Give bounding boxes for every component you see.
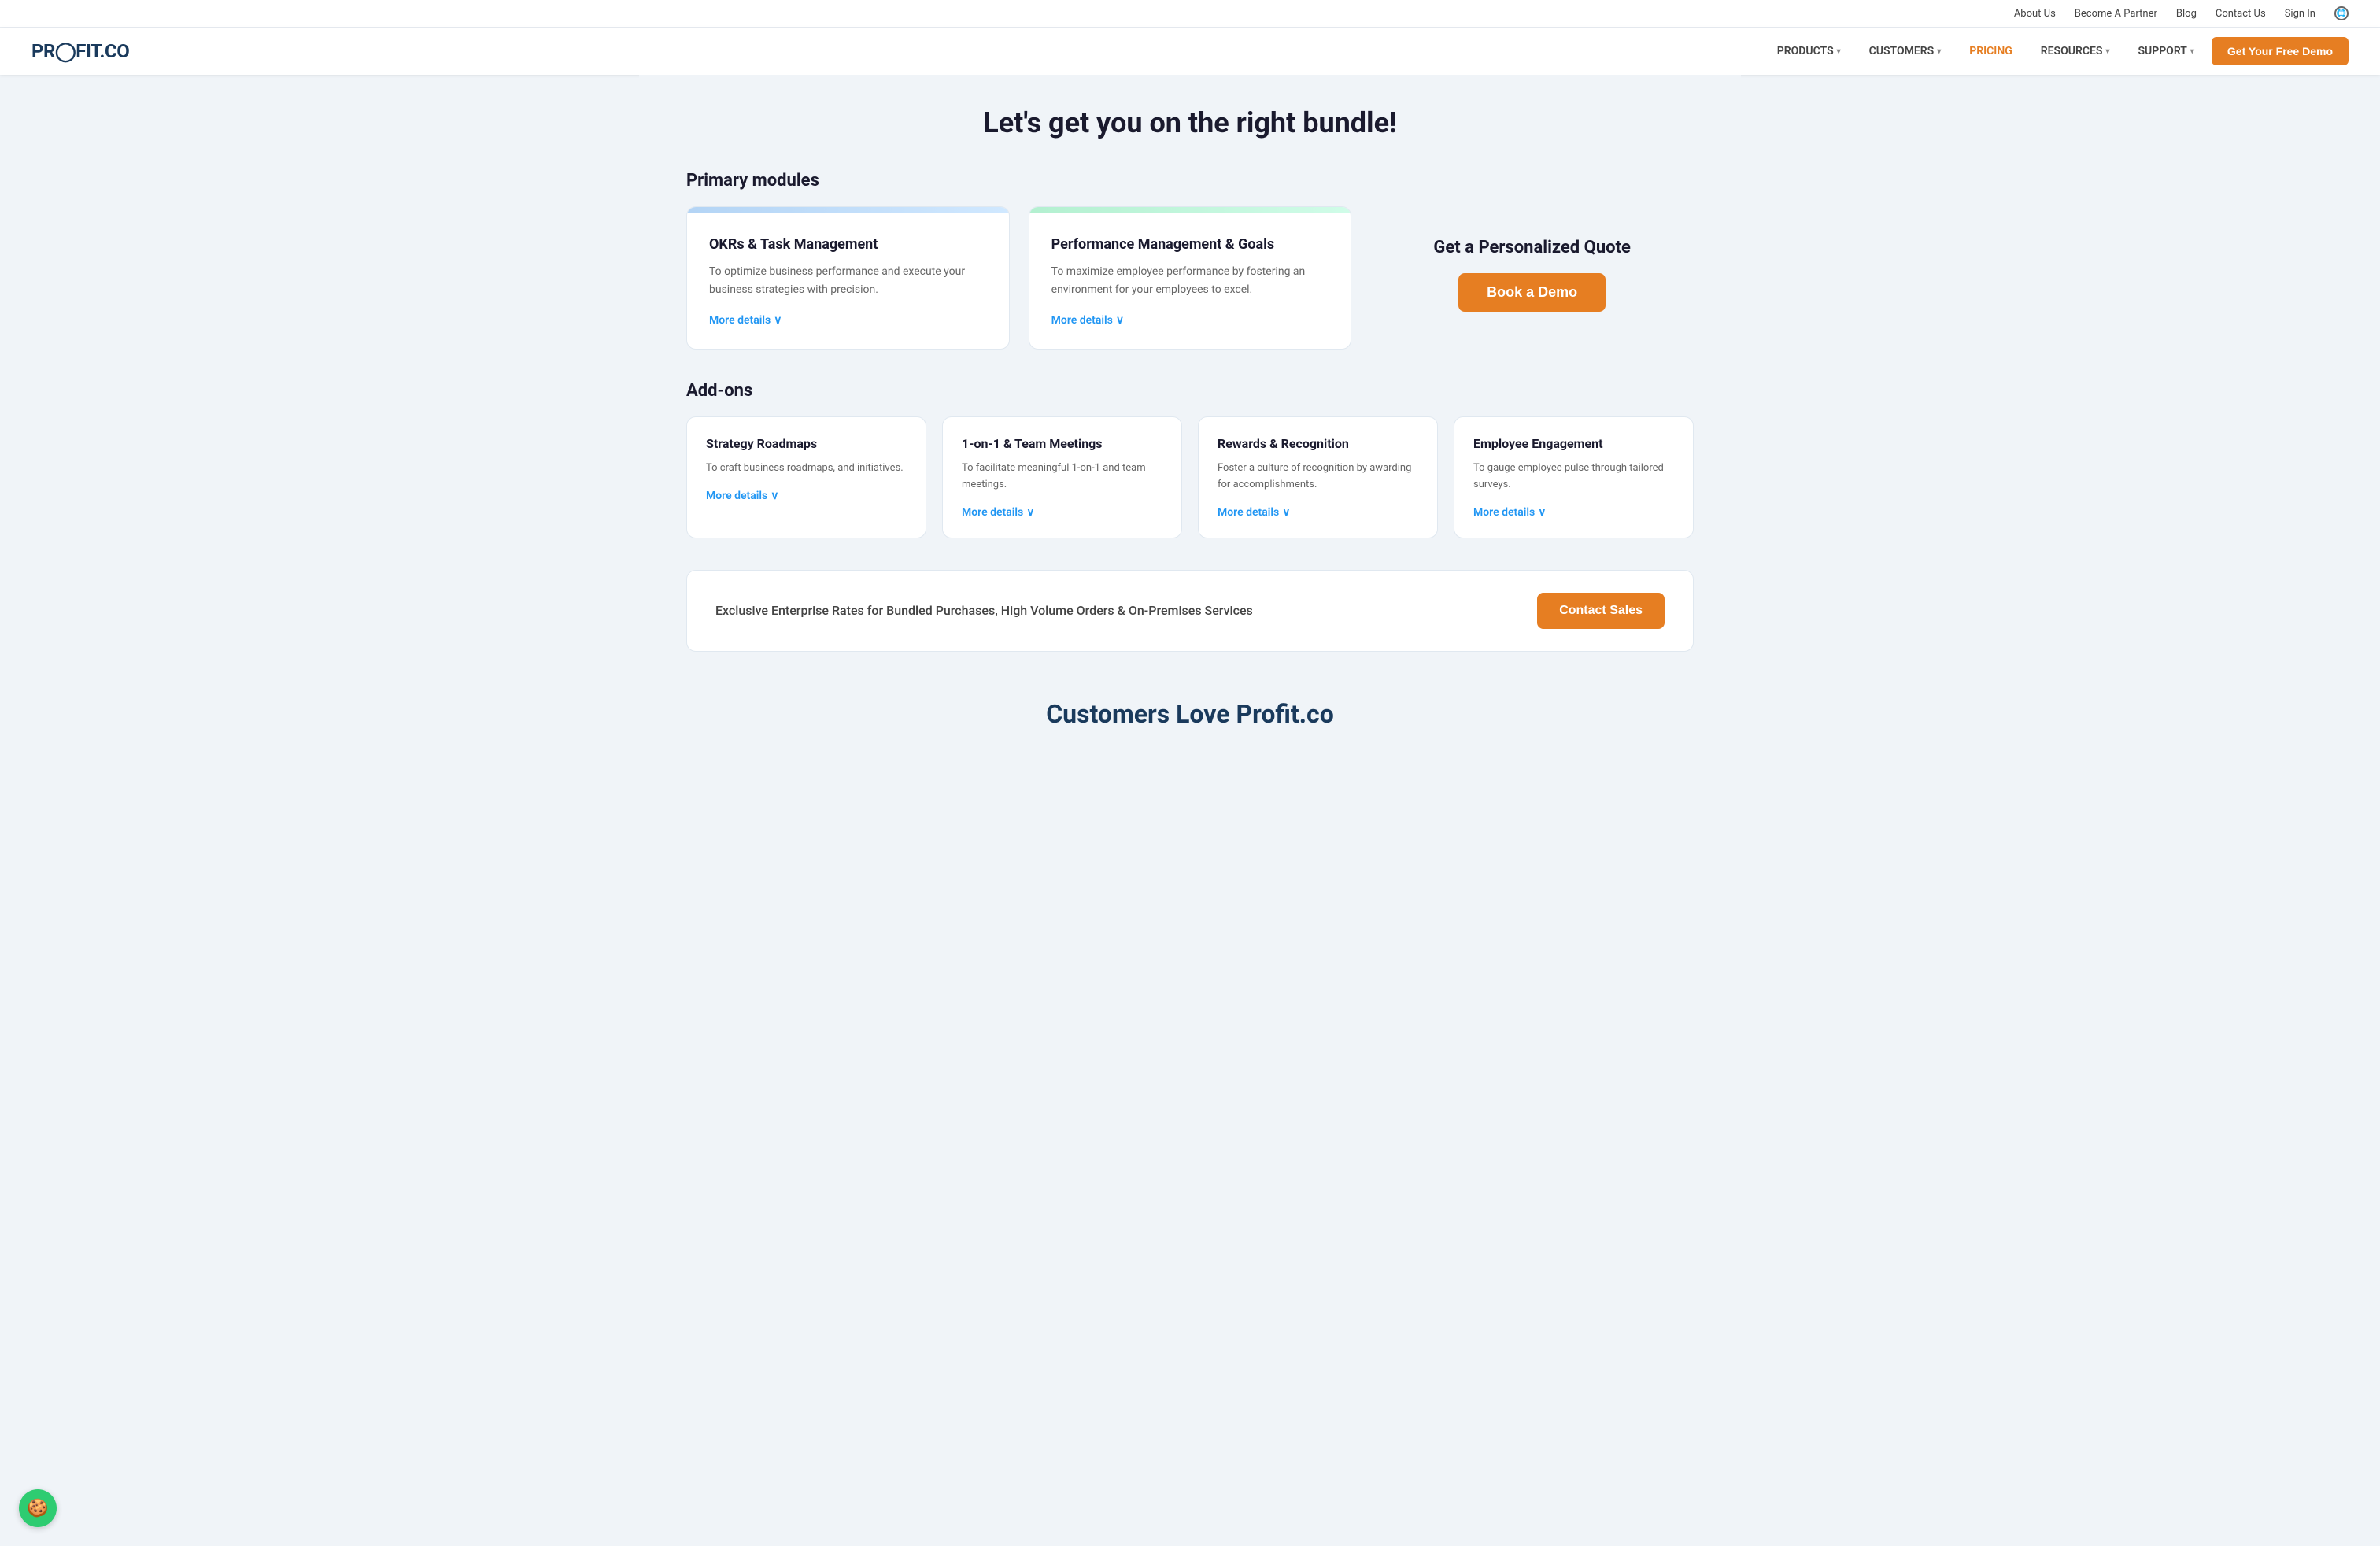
cookie-icon: 🍪	[27, 1499, 48, 1518]
primary-modules-grid: OKRs & Task Management To optimize busin…	[686, 206, 1694, 350]
main-nav: PR◯FIT.CO PRODUCTS ▾ CUSTOMERS ▾ PRICING…	[0, 28, 2380, 75]
meetings-card-title: 1-on-1 & Team Meetings	[962, 436, 1162, 451]
addons-grid: Strategy Roadmaps To craft business road…	[686, 416, 1694, 538]
enterprise-banner-text: Exclusive Enterprise Rates for Bundled P…	[715, 603, 1253, 618]
rewards-card: Rewards & Recognition Foster a culture o…	[1198, 416, 1438, 538]
resources-chevron-icon: ▾	[2105, 47, 2109, 56]
blog-link[interactable]: Blog	[2176, 8, 2197, 20]
logo-text: PR◯FIT.CO	[31, 40, 129, 62]
performance-card-title: Performance Management & Goals	[1051, 235, 1329, 253]
engagement-card-title: Employee Engagement	[1473, 436, 1674, 451]
addons-title: Add-ons	[686, 381, 1694, 401]
page-content: Let's get you on the right bundle! Prima…	[639, 75, 1741, 792]
okr-card-title: OKRs & Task Management	[709, 235, 987, 253]
customers-section: Customers Love Profit.co	[686, 683, 1694, 745]
primary-modules-title: Primary modules	[686, 171, 1694, 190]
meetings-chevron-icon: ∨	[1026, 506, 1034, 519]
top-bar: About Us Become A Partner Blog Contact U…	[0, 0, 2380, 28]
strategy-more-details-link[interactable]: More details ∨	[706, 490, 907, 502]
meetings-more-details-link[interactable]: More details ∨	[962, 506, 1162, 519]
performance-more-details-link[interactable]: More details ∨	[1051, 314, 1329, 327]
nav-links: PRODUCTS ▾ CUSTOMERS ▾ PRICING RESOURCES…	[1766, 37, 2349, 65]
contact-sales-button[interactable]: Contact Sales	[1537, 593, 1665, 629]
strategy-chevron-icon: ∨	[771, 490, 778, 502]
strategy-card-title: Strategy Roadmaps	[706, 436, 907, 451]
primary-modules-section: Primary modules OKRs & Task Management T…	[686, 171, 1694, 350]
resources-nav[interactable]: RESOURCES ▾	[2030, 39, 2121, 64]
partner-link[interactable]: Become A Partner	[2075, 8, 2157, 20]
about-us-link[interactable]: About Us	[2014, 8, 2056, 20]
performance-card: Performance Management & Goals To maximi…	[1029, 206, 1352, 350]
quote-box: Get a Personalized Quote Book a Demo	[1370, 206, 1694, 343]
rewards-card-title: Rewards & Recognition	[1218, 436, 1418, 451]
customers-nav[interactable]: CUSTOMERS ▾	[1858, 39, 1953, 64]
products-chevron-icon: ▾	[1837, 47, 1841, 56]
engagement-card: Employee Engagement To gauge employee pu…	[1454, 416, 1694, 538]
enterprise-banner: Exclusive Enterprise Rates for Bundled P…	[686, 570, 1694, 652]
sign-in-link[interactable]: Sign In	[2285, 8, 2315, 20]
pricing-nav[interactable]: PRICING	[1958, 39, 2023, 64]
okr-card-description: To optimize business performance and exe…	[709, 263, 987, 298]
engagement-chevron-icon: ∨	[1538, 506, 1546, 519]
okr-more-details-link[interactable]: More details ∨	[709, 314, 987, 327]
support-nav[interactable]: SUPPORT ▾	[2127, 39, 2204, 64]
rewards-card-description: Foster a culture of recognition by award…	[1218, 460, 1418, 494]
team-meetings-card: 1-on-1 & Team Meetings To facilitate mea…	[942, 416, 1182, 538]
page-title: Let's get you on the right bundle!	[686, 106, 1694, 139]
engagement-more-details-link[interactable]: More details ∨	[1473, 506, 1674, 519]
language-selector-icon[interactable]: 🌐	[2334, 6, 2349, 20]
rewards-more-details-link[interactable]: More details ∨	[1218, 506, 1418, 519]
performance-card-description: To maximize employee performance by fost…	[1051, 263, 1329, 298]
rewards-chevron-icon: ∨	[1282, 506, 1290, 519]
logo[interactable]: PR◯FIT.CO	[31, 40, 129, 62]
quote-box-title: Get a Personalized Quote	[1433, 238, 1630, 257]
strategy-roadmaps-card: Strategy Roadmaps To craft business road…	[686, 416, 926, 538]
support-chevron-icon: ▾	[2190, 47, 2194, 56]
book-demo-button[interactable]: Book a Demo	[1458, 273, 1606, 312]
cookie-badge[interactable]: 🍪	[19, 1489, 57, 1527]
okr-chevron-icon: ∨	[774, 314, 782, 327]
addons-section: Add-ons Strategy Roadmaps To craft busin…	[686, 381, 1694, 538]
customers-chevron-icon: ▾	[1937, 47, 1941, 56]
customers-section-title: Customers Love Profit.co	[686, 699, 1694, 729]
meetings-card-description: To facilitate meaningful 1-on-1 and team…	[962, 460, 1162, 494]
okr-card: OKRs & Task Management To optimize busin…	[686, 206, 1010, 350]
strategy-card-description: To craft business roadmaps, and initiati…	[706, 460, 907, 477]
engagement-card-description: To gauge employee pulse through tailored…	[1473, 460, 1674, 494]
get-free-demo-button[interactable]: Get Your Free Demo	[2212, 37, 2349, 65]
products-nav[interactable]: PRODUCTS ▾	[1766, 39, 1852, 64]
performance-chevron-icon: ∨	[1116, 314, 1124, 327]
contact-us-link[interactable]: Contact Us	[2216, 8, 2266, 20]
